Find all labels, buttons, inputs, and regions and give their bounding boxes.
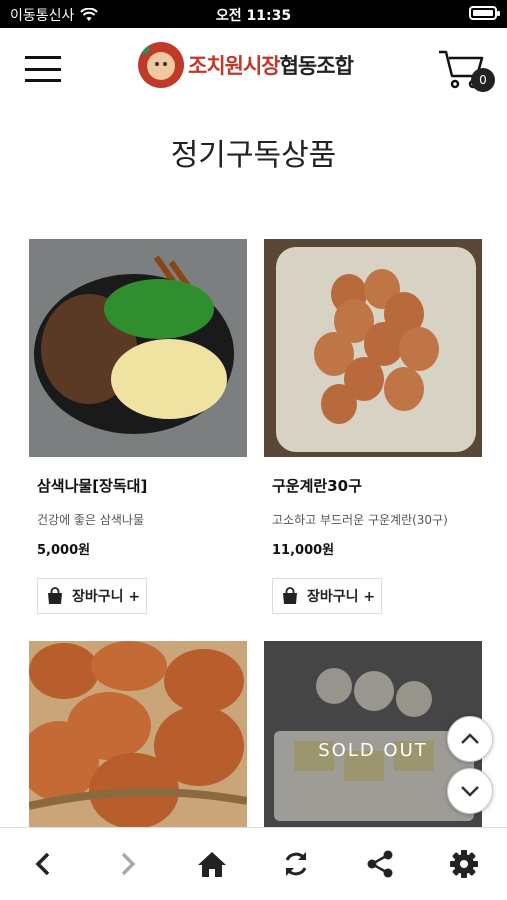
- chevron-up-icon: [461, 733, 479, 744]
- logo-text-coop: 협동조합: [279, 54, 354, 78]
- product-card[interactable]: 구운계란30구 고소하고 부드러운 구운계란(30구) 11,000원 장바구니…: [264, 239, 482, 614]
- product-description: 건강에 좋은 삼색나물: [37, 513, 144, 527]
- scroll-up-button[interactable]: [447, 716, 493, 762]
- forward-button[interactable]: [106, 842, 150, 886]
- add-to-cart-label: 장바구니 +: [72, 589, 141, 605]
- share-icon: [367, 850, 393, 878]
- add-to-cart-button[interactable]: 장바구니 +: [272, 578, 382, 614]
- site-logo[interactable]: 조치원시장협동조합: [138, 42, 354, 88]
- cart-count-badge: 0: [471, 68, 495, 92]
- refresh-icon: [285, 852, 307, 876]
- share-button[interactable]: [358, 842, 402, 886]
- scroll-down-button[interactable]: [447, 768, 493, 814]
- status-time: 오전 11:35: [215, 8, 292, 24]
- chevron-left-icon: [35, 852, 50, 876]
- product-description: 고소하고 부드러운 구운계란(30구): [272, 513, 448, 527]
- product-image[interactable]: [29, 239, 247, 457]
- product-image[interactable]: [29, 641, 247, 827]
- product-price: 11,000원: [272, 543, 335, 558]
- battery-icon: [469, 6, 500, 20]
- home-icon: [198, 852, 226, 877]
- gear-icon: [450, 850, 478, 878]
- page-title: 정기구독상품: [170, 138, 337, 173]
- product-card[interactable]: [29, 641, 247, 827]
- bottom-navigation: [0, 827, 507, 900]
- home-button[interactable]: [190, 842, 234, 886]
- app-header: 조치원시장협동조합 0: [0, 28, 507, 108]
- hamburger-icon[interactable]: [25, 56, 61, 82]
- add-to-cart-button[interactable]: 장바구니 +: [37, 578, 147, 614]
- logo-text-market: 조치원시장: [188, 54, 281, 78]
- product-image[interactable]: [264, 239, 482, 457]
- refresh-button[interactable]: [274, 842, 318, 886]
- logo-mascot-icon: [138, 42, 184, 88]
- logo-text: 조치원시장협동조합: [188, 50, 354, 80]
- shopping-bag-icon: [283, 587, 297, 604]
- back-button[interactable]: [21, 842, 65, 886]
- add-to-cart-label: 장바구니 +: [307, 589, 376, 605]
- shopping-bag-icon: [48, 587, 62, 604]
- settings-button[interactable]: [442, 842, 486, 886]
- cart-button[interactable]: 0: [437, 48, 497, 98]
- status-bar: 이동통신사 오전 11:35: [0, 0, 507, 28]
- product-name[interactable]: 구운계란30구: [272, 475, 362, 496]
- product-name[interactable]: 삼색나물[장독대]: [37, 475, 147, 496]
- chevron-down-icon: [461, 786, 479, 797]
- chevron-right-icon: [121, 852, 136, 876]
- product-price: 5,000원: [37, 543, 91, 558]
- product-card[interactable]: 삼색나물[장독대] 건강에 좋은 삼색나물 5,000원 장바구니 +: [29, 239, 247, 614]
